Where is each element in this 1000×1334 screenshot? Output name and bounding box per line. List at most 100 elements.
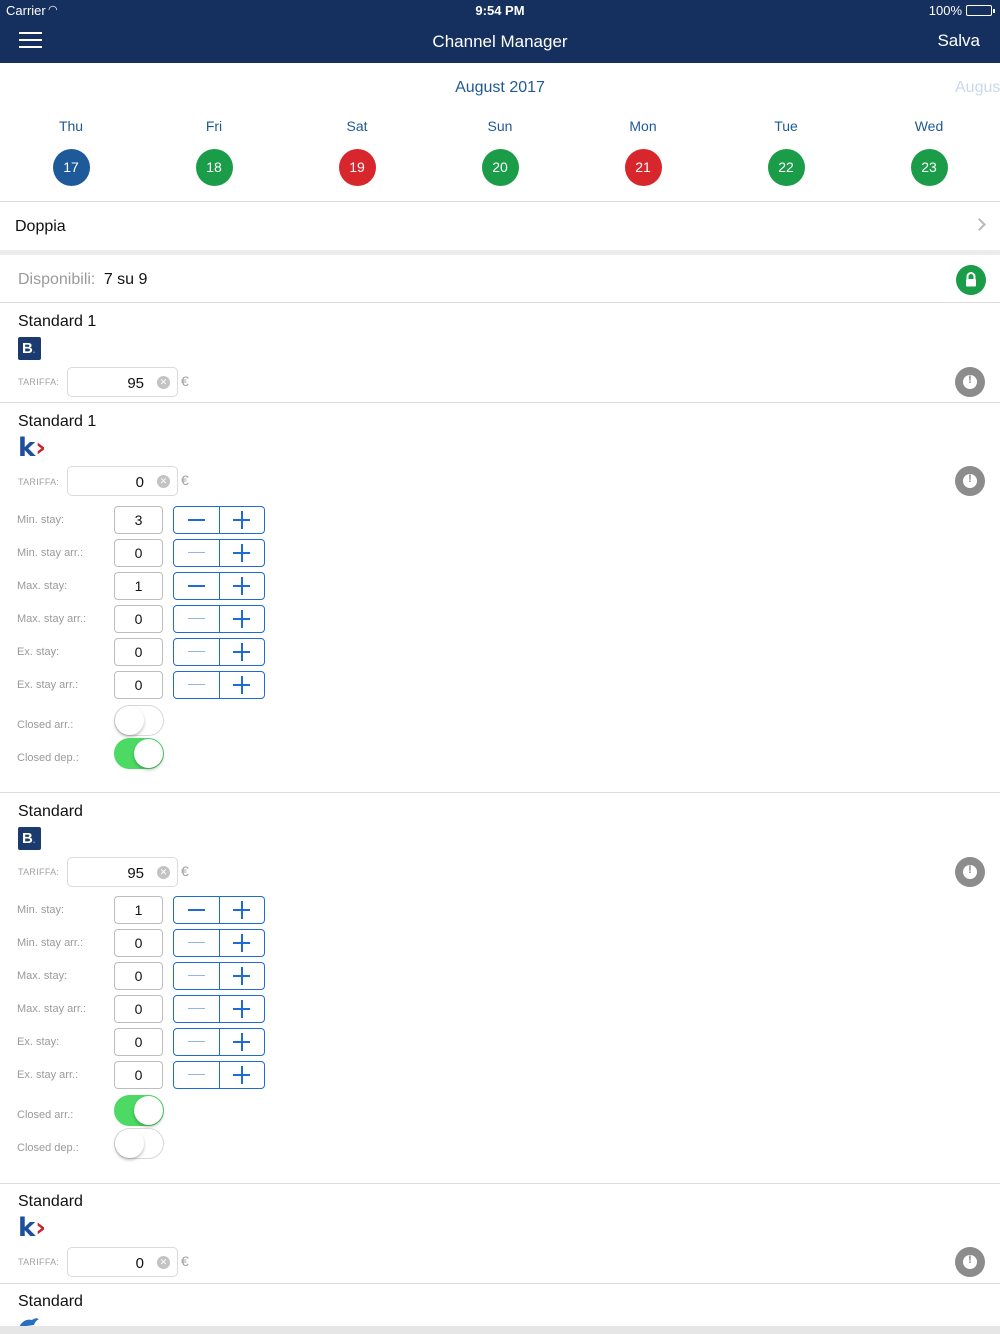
k-logo: k› [18,433,47,463]
day-name: Thu [58,118,84,134]
stay-label: Min. stay: [17,514,65,526]
decrement-button[interactable] [174,573,220,599]
min-stay-row: Min. stay: 1 [0,896,300,924]
stay-value: 0 [114,539,163,567]
day-name: Sat [346,118,368,134]
decrement-button[interactable] [174,672,220,698]
decrement-button[interactable] [174,930,220,956]
decrement-button[interactable] [174,606,220,632]
closed-arr-toggle[interactable] [114,1095,164,1126]
day-name: Mon [629,118,657,134]
increment-button[interactable] [219,1029,264,1055]
month-label: August 2017 [455,79,545,96]
increment-button[interactable] [219,963,264,989]
closed-dep-row: Closed dep.: [0,738,300,772]
room-selector[interactable]: Doppia [0,202,1000,250]
tariff-input[interactable]: 95 ✕ [67,857,178,887]
increment-button[interactable] [219,540,264,566]
quantity-stepper [173,1061,265,1089]
decrement-button[interactable] [174,897,220,923]
closed-dep-toggle[interactable] [114,1128,164,1159]
day-column: Fri 18 [174,118,254,186]
tariff-value: 95 [127,375,144,392]
day-column: Sat 19 [317,118,397,186]
day-number[interactable]: 21 [624,149,662,186]
quantity-stepper [173,506,265,534]
alert-icon[interactable] [955,1247,985,1277]
quantity-stepper [173,572,265,600]
booking-logo: B. [18,827,41,850]
day-number[interactable]: 17 [52,149,90,186]
stay-label: Ex. stay: [17,1036,60,1048]
rate-title: Standard [18,1293,83,1310]
day-strip: Thu 17 Fri 18 Sat 19 Sun 20 Mon 21 Tue 2… [0,118,1000,188]
section-separator [0,250,1000,255]
status-bar: Carrier ◠ 9:54 PM 100% [0,0,1000,20]
decrement-button[interactable] [174,1062,220,1088]
increment-button[interactable] [219,1062,264,1088]
closed-dep-toggle[interactable] [114,738,164,769]
quantity-stepper [173,1028,265,1056]
max-stay-arr-row: Max. stay arr.: 0 [0,605,300,633]
tariff-label: TARIFFA: [18,377,60,387]
clear-icon[interactable]: ✕ [157,1256,170,1269]
decrement-button[interactable] [174,1029,220,1055]
chevron-right-icon [973,218,986,231]
tariff-input[interactable]: 0 ✕ [67,466,178,496]
decrement-button[interactable] [174,963,220,989]
lock-button[interactable] [956,265,986,295]
quantity-stepper [173,671,265,699]
stay-value: 0 [114,995,163,1023]
rate-title: Standard 1 [18,313,97,330]
max-stay-row: Max. stay: 1 [0,572,300,600]
divider [0,1183,1000,1184]
stay-label: Max. stay: [17,970,68,982]
decrement-button[interactable] [174,996,220,1022]
divider [0,792,1000,793]
day-number[interactable]: 22 [767,149,805,186]
top-bar: Carrier ◠ 9:54 PM 100% Channel Manager S… [0,0,1000,63]
day-name: Fri [205,118,223,134]
clear-icon[interactable]: ✕ [157,475,170,488]
currency-label: € [181,863,189,879]
next-month-label[interactable]: Augus [955,79,1000,97]
alert-icon[interactable] [955,857,985,887]
decrement-button[interactable] [174,639,220,665]
quantity-stepper [173,605,265,633]
alert-icon[interactable] [955,367,985,397]
room-name: Doppia [15,218,66,235]
stay-value: 3 [114,506,163,534]
clear-icon[interactable]: ✕ [157,866,170,879]
increment-button[interactable] [219,672,264,698]
toggle-label: Closed arr.: [17,719,74,731]
battery-icon [966,5,995,16]
decrement-button[interactable] [174,540,220,566]
increment-button[interactable] [219,897,264,923]
increment-button[interactable] [219,639,264,665]
alert-icon[interactable] [955,466,985,496]
save-button[interactable]: Salva [937,31,980,51]
increment-button[interactable] [219,996,264,1022]
increment-button[interactable] [219,606,264,632]
tariff-input[interactable]: 0 ✕ [67,1247,178,1277]
clock: 9:54 PM [475,3,525,18]
closed-arr-row: Closed arr.: [0,1095,300,1129]
clear-icon[interactable]: ✕ [157,376,170,389]
day-number[interactable]: 19 [338,149,376,186]
decrement-button[interactable] [174,507,220,533]
day-column: Sun 20 [460,118,540,186]
day-column: Mon 21 [603,118,683,186]
stay-value: 1 [114,896,163,924]
day-number[interactable]: 23 [910,149,948,186]
day-number[interactable]: 20 [481,149,519,186]
increment-button[interactable] [219,930,264,956]
availability: Disponibili: 7 su 9 [18,271,147,289]
increment-button[interactable] [219,573,264,599]
stay-value: 0 [114,962,163,990]
increment-button[interactable] [219,507,264,533]
closed-arr-toggle[interactable] [114,705,164,736]
day-number[interactable]: 18 [195,149,233,186]
stay-value: 0 [114,605,163,633]
tariff-input[interactable]: 95 ✕ [67,367,178,397]
ex-stay-row: Ex. stay: 0 [0,1028,300,1056]
